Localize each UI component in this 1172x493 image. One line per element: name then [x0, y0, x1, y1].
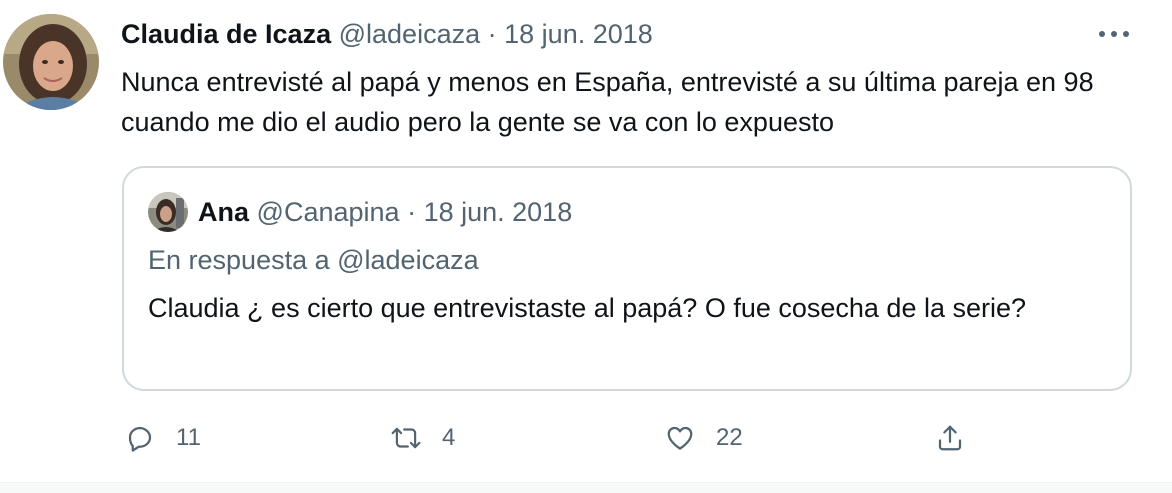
like-button[interactable]: 22	[662, 418, 743, 458]
quoted-author-name: Ana	[198, 197, 250, 227]
share-icon	[932, 420, 968, 456]
author-handle[interactable]: @ladeicaza	[339, 19, 481, 49]
quoted-author-handle: @Canapina	[256, 197, 400, 227]
quoted-author-avatar	[148, 192, 188, 232]
retweet-button[interactable]: 4	[388, 418, 455, 458]
header-separator: ·	[487, 19, 497, 49]
like-count: 22	[716, 424, 743, 451]
retweet-count: 4	[442, 424, 456, 451]
tweet[interactable]: Claudia de Icaza @ladeicaza · 18 jun. 20…	[0, 0, 1172, 482]
author-name[interactable]: Claudia de Icaza	[121, 19, 331, 49]
quoted-reply-to: En respuesta a @ladeicaza	[148, 245, 479, 275]
more-horizontal-icon	[1098, 25, 1130, 43]
reply-count: 11	[176, 424, 201, 451]
tweet-header: Claudia de Icaza @ladeicaza · 18 jun. 20…	[121, 16, 653, 52]
heart-icon	[662, 420, 698, 456]
tweet-date[interactable]: 18 jun. 2018	[504, 19, 653, 49]
quoted-tweet-card[interactable]: Ana @Canapina · 18 jun. 2018 En respuest…	[122, 166, 1132, 391]
quoted-tweet-text: Claudia ¿ es cierto que entrevistaste al…	[148, 293, 1027, 323]
retweet-icon	[388, 420, 424, 456]
reply-button[interactable]: 11	[122, 418, 201, 458]
author-avatar[interactable]	[3, 14, 99, 110]
quoted-header-separator: ·	[407, 197, 417, 227]
quoted-tweet-header: Ana @Canapina · 18 jun. 2018	[198, 194, 572, 230]
share-button[interactable]	[932, 418, 968, 458]
reply-icon	[122, 420, 158, 456]
quoted-tweet-date: 18 jun. 2018	[423, 197, 573, 227]
tweet-text: Nunca entrevisté al papá y menos en Espa…	[121, 67, 1094, 137]
tweet-divider	[0, 482, 1172, 493]
more-button[interactable]	[1094, 20, 1134, 48]
